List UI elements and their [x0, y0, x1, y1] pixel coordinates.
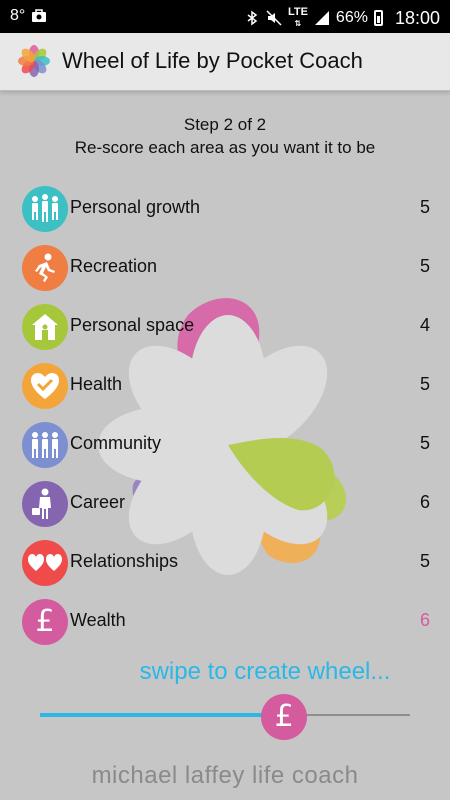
area-score: 5: [419, 551, 430, 571]
briefcase-person-icon: [22, 481, 68, 527]
people-icon: [22, 186, 68, 232]
pound-icon: £: [22, 599, 68, 645]
slider-thumb-pound-icon[interactable]: £: [261, 694, 308, 740]
status-bar: 8° LTE ⇅ 66% 18:00: [0, 0, 450, 33]
area-label: Health: [70, 374, 123, 394]
instruction-text: Re-score each area as you want it to be: [74, 138, 376, 157]
area-label: Recreation: [70, 256, 158, 276]
swipe-hint: swipe to create wheel...: [139, 658, 391, 685]
area-row-recreation[interactable]: Recreation 5: [0, 242, 450, 292]
app-logo-icon[interactable]: [18, 45, 50, 77]
area-label: Personal space: [70, 315, 195, 335]
area-label: Community: [70, 433, 162, 453]
app-title: Wheel of Life by Pocket Coach: [62, 48, 363, 73]
area-score: 5: [419, 433, 430, 453]
area-row-relationships[interactable]: Relationships 5: [0, 537, 450, 587]
lte-indicator: LTE: [287, 6, 308, 18]
battery-icon: [373, 10, 383, 26]
notification-count: 8°: [10, 7, 26, 24]
clock: 18:00: [394, 8, 440, 28]
area-score: 6: [419, 492, 430, 512]
signal-icon: [314, 11, 329, 25]
action-bar: Wheel of Life by Pocket Coach: [0, 33, 450, 91]
area-row-community[interactable]: Community 5: [0, 419, 450, 469]
hearts-icon: [22, 540, 68, 586]
house-icon: [22, 304, 68, 350]
area-score: 4: [419, 315, 430, 335]
area-row-personal-growth[interactable]: Personal growth 5: [0, 183, 450, 233]
area-row-wealth[interactable]: £ Wealth 6: [0, 596, 450, 646]
area-label: Personal growth: [70, 197, 201, 217]
bluetooth-icon: [247, 10, 258, 26]
slider-fill: [40, 713, 285, 717]
briefcase-notification-icon: [32, 9, 47, 22]
area-score: 5: [419, 374, 430, 394]
area-score: 5: [419, 197, 430, 217]
step-indicator: Step 2 of 2: [183, 115, 267, 134]
area-label: Career: [70, 492, 126, 512]
area-row-personal-space[interactable]: Personal space 4: [0, 301, 450, 351]
area-label: Wealth: [70, 610, 126, 630]
area-row-health[interactable]: Health 5: [0, 360, 450, 410]
area-row-career[interactable]: Career 6: [0, 478, 450, 528]
heart-check-icon: [22, 363, 68, 409]
area-score-selected: 6: [419, 610, 430, 630]
area-score: 5: [419, 256, 430, 276]
area-label: Relationships: [70, 551, 179, 571]
battery-percent: 66%: [335, 9, 368, 26]
runner-icon: [22, 245, 68, 291]
group-icon: [22, 422, 68, 468]
mute-icon: [266, 10, 282, 26]
data-arrows-icon: ⇅: [294, 19, 302, 28]
footer-brand: michael laffey life coach: [91, 762, 359, 789]
